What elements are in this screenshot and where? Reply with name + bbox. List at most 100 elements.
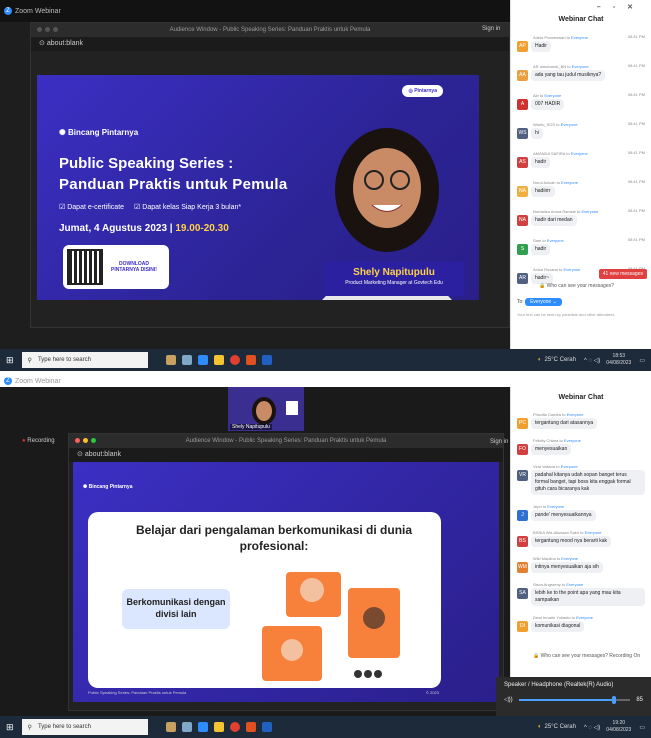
- audience-window: Audience Window - Public Speaking Series…: [30, 22, 510, 328]
- event-date: Jumat, 4 Agustus 2023 | 19.00-20.30: [59, 223, 229, 234]
- sender-name: Dewi Innarie Yulianto: [533, 615, 571, 620]
- recipient[interactable]: Everyone: [564, 438, 581, 443]
- notification-icon-2[interactable]: ▭: [639, 724, 645, 731]
- zoom-logo-icon: Z: [4, 7, 12, 15]
- recipient[interactable]: Everyone: [571, 151, 588, 156]
- recording-indicator[interactable]: ● Recording: [22, 438, 55, 444]
- taskbar-search-2[interactable]: ⚲ Type here to search: [21, 719, 148, 735]
- zoom-app-icon[interactable]: [197, 355, 208, 365]
- volume-slider[interactable]: [518, 695, 631, 704]
- tray-icons[interactable]: ^ ◌ ◁): [584, 357, 600, 364]
- mosque-icon-2[interactable]: [165, 722, 176, 732]
- avatar: AA: [517, 70, 528, 81]
- windows-start-icon-2[interactable]: ⊞: [6, 722, 14, 733]
- qr-label: DOWNLOAD PINTARNYA DISINI!: [111, 261, 157, 273]
- chrome-icon-2[interactable]: [229, 722, 240, 732]
- address-bar-2[interactable]: ⊙ about:blank: [69, 448, 503, 462]
- address-bar[interactable]: ⊙ about:blank: [31, 37, 509, 51]
- chat-message: Felicity Chiara to Everyone FO menyesuaika…: [511, 435, 651, 457]
- zoom-app-icon-2[interactable]: [197, 722, 208, 732]
- message-time: 08:41 PM: [627, 208, 645, 213]
- recipient[interactable]: Everyone: [563, 267, 580, 272]
- message-row: BS tergantung mood nya berarti kak: [517, 536, 645, 547]
- weather-icon: ◐: [537, 357, 542, 363]
- message-sender: Priscilla Candra to Everyone: [517, 411, 645, 418]
- audio-device-popup: Speaker / Headphone (Realtek(R) Audio) ◁…: [496, 677, 651, 716]
- recipient[interactable]: Everyone: [544, 93, 561, 98]
- task-view-icon-2[interactable]: [181, 722, 192, 732]
- recipient[interactable]: Everyone: [567, 412, 584, 417]
- search-text-2: Type here to search: [37, 724, 91, 730]
- volume-knob[interactable]: [611, 695, 616, 704]
- sign-in-link[interactable]: Sign in: [482, 26, 500, 32]
- to-selector[interactable]: To: Everyone ⌄: [517, 298, 562, 306]
- recipient[interactable]: Everyone: [566, 582, 583, 587]
- mosque-icon[interactable]: [165, 355, 176, 365]
- message-time: 08:41 PM: [627, 34, 645, 39]
- windows-start-icon[interactable]: ⊞: [6, 355, 14, 366]
- speaker-thumbnail[interactable]: Shely Napitupulu: [228, 387, 304, 431]
- chat-header: –▫✕ Webinar Chat: [511, 0, 651, 32]
- message-row: AS hadir: [517, 157, 645, 168]
- search-icon: ⚲: [27, 357, 32, 364]
- file-explorer-icon-2[interactable]: [213, 722, 224, 732]
- screenshot-2: Z Zoom Webinar ● Recording Shely Napitup…: [0, 375, 651, 738]
- sender-name: Nurhaliza Amna Ramsie: [533, 209, 576, 214]
- window-controls[interactable]: –▫✕: [597, 2, 645, 14]
- window-dots[interactable]: [37, 27, 58, 32]
- message-row: Jpande' menyesuaikannya: [517, 510, 645, 521]
- message-row: FO menyesuaikan: [517, 444, 645, 455]
- zoom-titlebar: Z Zoom Webinar: [0, 0, 510, 22]
- word-icon-2[interactable]: [261, 722, 272, 732]
- weather-text-2[interactable]: 25°C Cerah: [545, 724, 576, 730]
- recipient[interactable]: Everyone: [561, 556, 578, 561]
- message-text: tergantung mood nya berarti kak: [531, 536, 611, 547]
- message-sender: Sisca Angraeny to Everyone: [517, 581, 645, 588]
- recipient[interactable]: Everyone: [547, 504, 564, 509]
- recipient[interactable]: Everyone: [561, 464, 578, 469]
- recipient[interactable]: Everyone: [561, 122, 578, 127]
- weather-icon-2: ◐: [537, 724, 542, 730]
- badge-label: Pintarnya: [414, 88, 437, 94]
- tray-icons-2[interactable]: ^ ◌ ◁): [584, 724, 600, 731]
- notification-icon[interactable]: ▭: [639, 357, 645, 364]
- chrome-icon[interactable]: [229, 355, 240, 365]
- recipient[interactable]: Everyone: [547, 238, 564, 243]
- window-dots-2[interactable]: [75, 438, 96, 443]
- clock-date: 04/08/2023: [606, 360, 632, 366]
- who-can-see-2[interactable]: 🔒 Who can see your messages? Recording O…: [533, 653, 640, 659]
- who-can-see[interactable]: 🔒 Who can see your messages?: [539, 283, 614, 289]
- chat-message: Sam to Everyone 08:41 PM Shadir: [511, 235, 651, 257]
- recipient[interactable]: Everyone: [572, 64, 589, 69]
- sign-in-link-2[interactable]: Sign in: [490, 439, 508, 445]
- file-explorer-icon[interactable]: [213, 355, 224, 365]
- message-sender: Felicity Chiara to Everyone: [517, 437, 645, 444]
- audience-window-titlebar-2: Audience Window - Public Speaking Series…: [69, 434, 503, 448]
- brand-label: Bincang Pintarnya: [67, 128, 139, 137]
- clock[interactable]: 18:53 04/08/2023: [606, 353, 631, 367]
- recipient[interactable]: Everyone: [576, 615, 593, 620]
- chat-message: Wanto_SOS to Everyone 08:41 PM WS hi: [511, 119, 651, 141]
- recipient[interactable]: Everyone: [571, 35, 588, 40]
- app-icon-2[interactable]: [245, 722, 256, 732]
- task-view-icon[interactable]: [181, 355, 192, 365]
- new-messages-button[interactable]: 41 new messages: [598, 269, 647, 279]
- to-everyone-pill[interactable]: Everyone ⌄: [525, 298, 562, 306]
- taskbar-search[interactable]: ⚲ Type here to search: [21, 352, 148, 368]
- message-time: 08:41 PM: [627, 92, 645, 97]
- avatar: NA: [517, 186, 528, 197]
- weather-text[interactable]: 25°C Cerah: [545, 357, 576, 363]
- avatar: VR: [517, 470, 528, 481]
- qr-card[interactable]: DOWNLOAD PINTARNYA DISINI!: [63, 245, 169, 289]
- recipient[interactable]: Everyone: [585, 530, 602, 535]
- app-icon[interactable]: [245, 355, 256, 365]
- recipient[interactable]: Everyone: [561, 180, 578, 185]
- clock-2[interactable]: 19:20 04/08/2023: [606, 720, 631, 734]
- message-text: 007 HADIR: [531, 99, 565, 110]
- word-icon[interactable]: [261, 355, 272, 365]
- webinar-chat-panel-2: Webinar Chat Priscilla Candra to Everyon…: [510, 387, 651, 677]
- message-text: komunikasi diagonal: [531, 621, 585, 632]
- search-text: Type here to search: [37, 357, 91, 363]
- recipient[interactable]: Everyone: [581, 209, 598, 214]
- address-text: about:blank: [46, 40, 84, 47]
